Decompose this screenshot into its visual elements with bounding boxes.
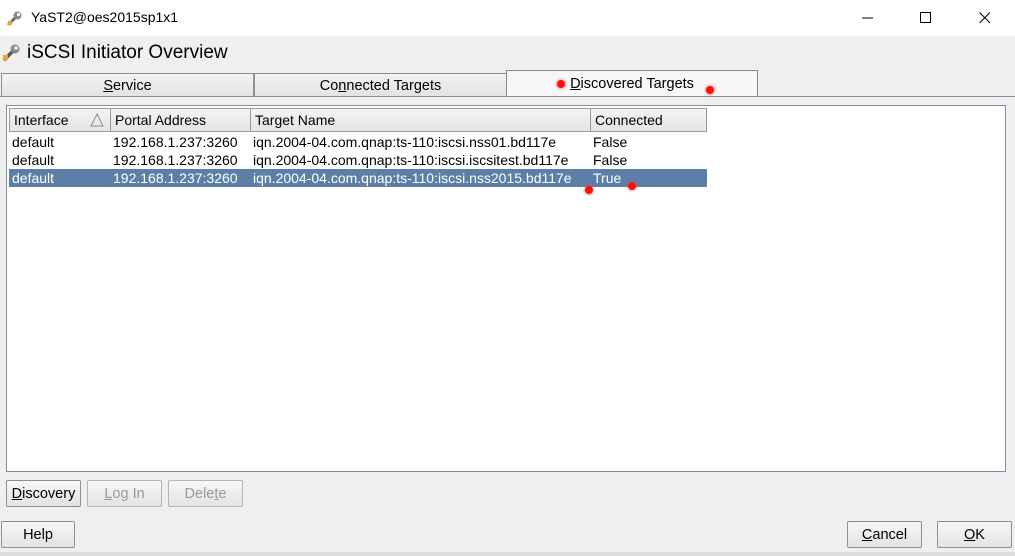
column-label: Interface [14, 112, 69, 128]
button-label: Delete [184, 485, 227, 502]
minimize-button[interactable] [845, 0, 891, 36]
tab-label: Service [103, 77, 152, 94]
column-header-connected[interactable]: Connected [590, 108, 707, 132]
button-label: OK [964, 526, 985, 543]
sort-ascending-icon [90, 112, 104, 130]
cell-interface: default [12, 134, 55, 150]
column-label: Target Name [255, 112, 336, 128]
tab-connected-targets[interactable]: Connected Targets [254, 73, 507, 97]
button-label: Discovery [11, 485, 76, 502]
column-header-portal-address[interactable]: Portal Address [110, 108, 251, 132]
discovery-button[interactable]: Discovery [6, 480, 81, 507]
yast-wrench-icon [6, 9, 24, 27]
window-title: YaST2@oes2015sp1x1 [31, 9, 179, 25]
annotation-marker [628, 182, 636, 190]
tab-label: Discovered Targets [570, 76, 694, 92]
tab-label: Connected Targets [319, 77, 442, 94]
ok-button[interactable]: OK [937, 521, 1012, 548]
cell-connected: False [593, 134, 628, 150]
yast-wrench-icon [2, 42, 22, 62]
window-titlebar: YaST2@oes2015sp1x1 [0, 0, 1015, 36]
button-label: Cancel [861, 526, 908, 543]
log-in-button[interactable]: Log In [87, 480, 162, 507]
table-row[interactable]: default 192.168.1.237:3260 iqn.2004-04.c… [9, 133, 707, 151]
tab-service[interactable]: Service [1, 73, 254, 97]
column-header-target-name[interactable]: Target Name [250, 108, 591, 132]
column-label: Portal Address [115, 112, 207, 128]
cell-target-name: iqn.2004-04.com.qnap:ts-110:iscsi.iscsit… [253, 152, 569, 168]
annotation-marker [706, 86, 714, 94]
cell-target-name: iqn.2004-04.com.qnap:ts-110:iscsi.nss201… [253, 170, 572, 186]
minimize-icon [862, 12, 874, 24]
cancel-button[interactable]: Cancel [847, 521, 922, 548]
table-row[interactable]: default 192.168.1.237:3260 iqn.2004-04.c… [9, 151, 707, 169]
help-button[interactable]: Help [1, 521, 75, 548]
maximize-icon [920, 12, 932, 24]
cell-target-name: iqn.2004-04.com.qnap:ts-110:iscsi.nss01.… [253, 134, 557, 150]
cell-portal-address: 192.168.1.237:3260 [113, 134, 238, 150]
button-label: Help [23, 526, 53, 543]
annotation-marker [557, 80, 565, 88]
dialog-header: iSCSI Initiator Overview [0, 36, 1015, 70]
delete-button[interactable]: Delete [168, 480, 243, 507]
window-bottom-edge [0, 552, 1015, 556]
column-header-interface[interactable]: Interface [9, 108, 111, 132]
column-label: Connected [595, 112, 663, 128]
cell-interface: default [12, 152, 55, 168]
cell-connected: False [593, 152, 628, 168]
table-row-selected[interactable]: default 192.168.1.237:3260 iqn.2004-04.c… [9, 169, 707, 187]
discovered-targets-table[interactable]: Interface Portal Address Target Name Con… [6, 105, 1006, 472]
maximize-button[interactable] [903, 0, 949, 36]
cell-portal-address: 192.168.1.237:3260 [113, 152, 238, 168]
cell-portal-address: 192.168.1.237:3260 [113, 170, 238, 186]
cell-connected: True [593, 170, 622, 186]
button-label: Log In [104, 485, 145, 502]
table-header: Interface Portal Address Target Name Con… [9, 108, 707, 132]
cell-interface: default [12, 170, 55, 186]
tab-discovered-targets[interactable]: Discovered Targets [506, 70, 758, 97]
page-title: iSCSI Initiator Overview [27, 42, 228, 63]
annotation-marker [585, 186, 593, 194]
close-icon [979, 12, 991, 24]
close-button[interactable] [962, 0, 1008, 36]
